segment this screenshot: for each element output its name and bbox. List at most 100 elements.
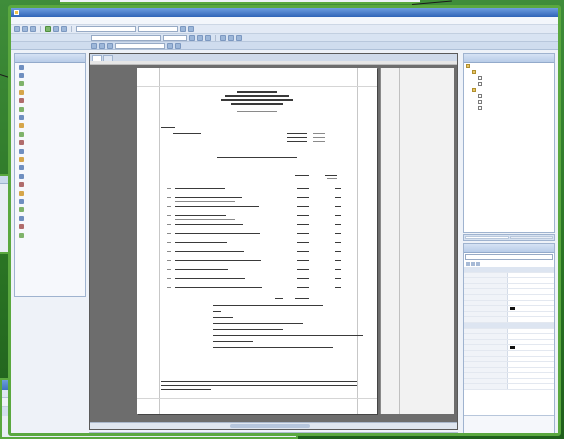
property-row[interactable] bbox=[464, 384, 554, 391]
text-placeholder-line bbox=[175, 233, 260, 235]
toolbox-item[interactable] bbox=[15, 214, 85, 222]
text-placeholder-line bbox=[335, 278, 341, 280]
property-value[interactable] bbox=[508, 384, 554, 389]
property-value[interactable] bbox=[508, 362, 554, 367]
text-placeholder-line bbox=[325, 175, 337, 177]
underline-icon[interactable] bbox=[205, 34, 211, 41]
layout-icon[interactable] bbox=[107, 42, 113, 49]
property-value[interactable] bbox=[508, 301, 554, 306]
toolbox-item[interactable] bbox=[15, 130, 85, 138]
preview-icon[interactable] bbox=[45, 26, 51, 32]
toolbox-item[interactable] bbox=[15, 63, 85, 71]
toolbox-item[interactable] bbox=[15, 113, 85, 121]
save-icon[interactable] bbox=[30, 26, 36, 32]
property-value[interactable] bbox=[508, 368, 554, 373]
toolbox-item[interactable] bbox=[15, 189, 85, 197]
property-value[interactable] bbox=[508, 273, 554, 278]
property-value[interactable] bbox=[508, 357, 554, 362]
property-name bbox=[464, 289, 508, 294]
italic-icon[interactable] bbox=[197, 34, 203, 41]
toolbox-item[interactable] bbox=[15, 164, 85, 172]
toolbox-item-icon bbox=[19, 190, 24, 196]
style-combo[interactable] bbox=[76, 26, 136, 32]
toolbox-item-icon bbox=[19, 165, 24, 171]
toolbox-item[interactable] bbox=[15, 139, 85, 147]
text-placeholder-line bbox=[175, 287, 262, 289]
align-right-icon[interactable] bbox=[236, 34, 242, 41]
text-placeholder-line bbox=[237, 91, 277, 93]
property-value[interactable] bbox=[508, 295, 554, 300]
layout-icon[interactable] bbox=[175, 42, 181, 49]
property-value[interactable] bbox=[508, 340, 554, 345]
property-value[interactable] bbox=[508, 373, 554, 378]
toolbox-item[interactable] bbox=[15, 71, 85, 79]
new-icon[interactable] bbox=[14, 26, 20, 32]
align-center-icon[interactable] bbox=[228, 34, 234, 41]
redo-icon[interactable] bbox=[61, 26, 67, 32]
text-placeholder-line bbox=[335, 269, 341, 271]
text-placeholder-line bbox=[213, 341, 253, 343]
property-value[interactable] bbox=[508, 312, 554, 317]
toolbox-item-icon bbox=[19, 73, 24, 79]
toolbox-item-icon bbox=[19, 89, 24, 95]
property-value[interactable] bbox=[508, 379, 554, 384]
align-left-icon[interactable] bbox=[220, 34, 226, 41]
property-value[interactable] bbox=[508, 351, 554, 356]
tab-solution-explorer[interactable] bbox=[465, 236, 509, 239]
property-value[interactable] bbox=[508, 284, 554, 289]
property-pages-icon[interactable] bbox=[476, 262, 480, 266]
layout-icon[interactable] bbox=[167, 42, 173, 49]
toolbox-item[interactable] bbox=[15, 231, 85, 239]
toolbox-item[interactable] bbox=[15, 206, 85, 214]
property-value[interactable] bbox=[508, 334, 554, 339]
layout-icon[interactable] bbox=[91, 42, 97, 49]
scrollbar-thumb[interactable] bbox=[230, 424, 310, 428]
text-placeholder-line bbox=[327, 178, 337, 179]
font-combo[interactable] bbox=[91, 34, 161, 41]
text-placeholder-line bbox=[213, 335, 363, 337]
toolbox-item[interactable] bbox=[15, 180, 85, 188]
property-value[interactable] bbox=[508, 317, 554, 322]
text-placeholder-line bbox=[335, 233, 341, 235]
toolbox-item[interactable] bbox=[15, 222, 85, 230]
property-value[interactable] bbox=[508, 289, 554, 294]
toolbox-item-icon bbox=[19, 81, 24, 87]
toolbox-item[interactable] bbox=[15, 197, 85, 205]
toolbox-item[interactable] bbox=[15, 105, 85, 113]
layout-icon[interactable] bbox=[99, 42, 105, 49]
toolbox-item[interactable] bbox=[15, 172, 85, 180]
toolbox-item[interactable] bbox=[15, 97, 85, 105]
property-value[interactable] bbox=[508, 345, 554, 350]
text-placeholder-line bbox=[175, 251, 244, 253]
folder-icon bbox=[472, 70, 476, 74]
zoom-combo[interactable] bbox=[138, 26, 178, 32]
report-page[interactable] bbox=[137, 68, 377, 414]
property-value[interactable] bbox=[508, 306, 554, 311]
text-placeholder-line bbox=[225, 95, 289, 97]
layout-combo[interactable] bbox=[115, 42, 165, 49]
open-icon[interactable] bbox=[22, 26, 28, 32]
undo-icon[interactable] bbox=[53, 26, 59, 32]
color-swatch bbox=[510, 346, 515, 350]
help-icon[interactable] bbox=[188, 26, 194, 32]
toolbox-header bbox=[15, 54, 85, 63]
property-value[interactable] bbox=[508, 278, 554, 283]
property-name bbox=[464, 267, 554, 272]
property-value[interactable] bbox=[508, 329, 554, 334]
toolbox-item[interactable] bbox=[15, 88, 85, 96]
bold-icon[interactable] bbox=[189, 34, 195, 41]
tab-class-view[interactable] bbox=[509, 236, 553, 239]
toolbox-item[interactable] bbox=[15, 155, 85, 163]
toolbox-item[interactable] bbox=[15, 80, 85, 88]
object-selector[interactable] bbox=[465, 254, 553, 260]
print-icon[interactable] bbox=[180, 26, 186, 32]
font-size-combo[interactable] bbox=[163, 34, 187, 41]
categorized-icon[interactable] bbox=[466, 262, 470, 266]
tree-node[interactable] bbox=[464, 105, 554, 111]
toolbox-item[interactable] bbox=[15, 122, 85, 130]
property-name bbox=[464, 345, 508, 350]
text-placeholder-line bbox=[167, 269, 171, 270]
alphabetical-icon[interactable] bbox=[471, 262, 475, 266]
horizontal-scrollbar[interactable] bbox=[90, 422, 457, 429]
toolbox-item[interactable] bbox=[15, 147, 85, 155]
